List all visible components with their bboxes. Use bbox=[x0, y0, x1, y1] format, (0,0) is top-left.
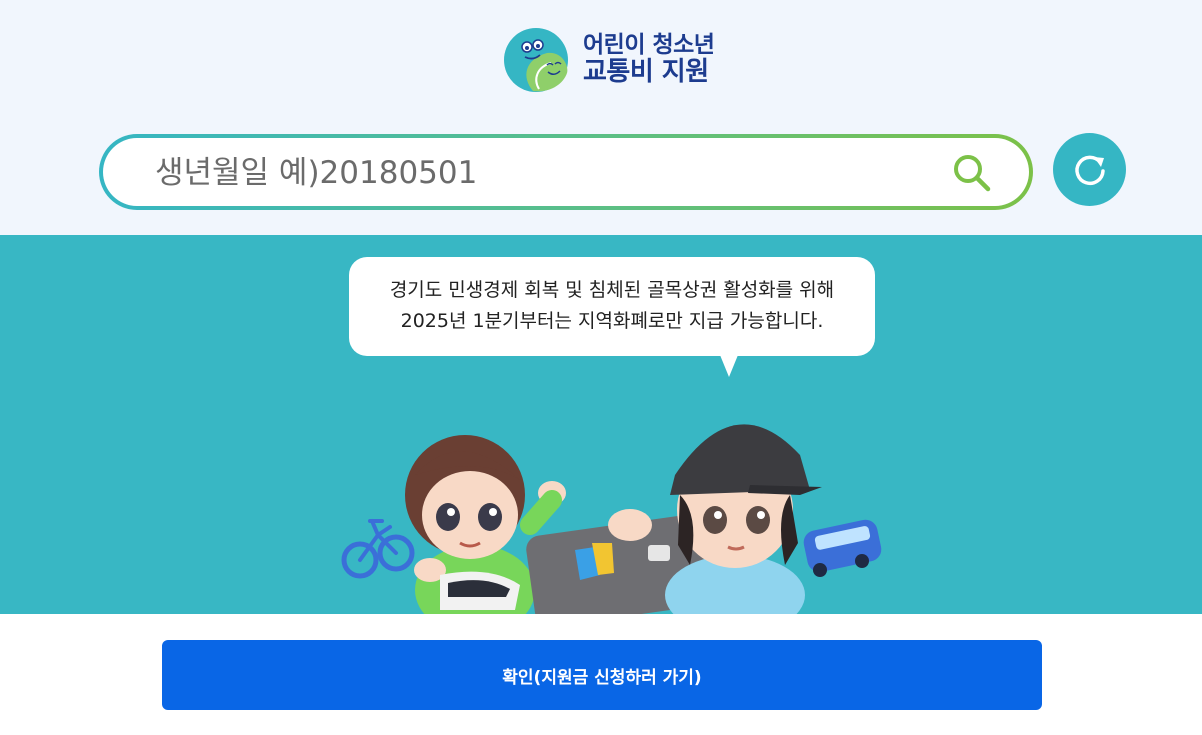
notice-line-1: 경기도 민생경제 회복 및 침체된 골목상권 활성화를 위해 bbox=[389, 279, 835, 301]
birthdate-search-input[interactable] bbox=[153, 148, 937, 198]
search-box-inner bbox=[103, 138, 1029, 206]
logo[interactable]: 어린이 청소년 교통비 지원 bbox=[503, 27, 715, 93]
hero-banner: 경기도 민생경제 회복 및 침체된 골목상권 활성화를 위해 2025년 1분기… bbox=[0, 235, 1202, 614]
speech-bubble-tail bbox=[720, 355, 738, 377]
header-area: 어린이 청소년 교통비 지원 bbox=[0, 0, 1202, 235]
refresh-button[interactable] bbox=[1053, 133, 1126, 206]
logo-text: 어린이 청소년 교통비 지원 bbox=[583, 31, 715, 88]
logo-title-line2: 교통비 지원 bbox=[583, 57, 709, 88]
refresh-icon bbox=[1074, 155, 1105, 185]
bus-icon bbox=[803, 519, 882, 577]
search-box bbox=[99, 134, 1033, 210]
logo-title-line1: 어린이 청소년 bbox=[583, 31, 715, 58]
bicycle-icon bbox=[341, 519, 415, 579]
notice-speech-bubble: 경기도 민생경제 회복 및 침체된 골목상권 활성화를 위해 2025년 1분기… bbox=[349, 257, 875, 356]
notice-line-2: 2025년 1분기부터는 지역화폐로만 지급 가능합니다. bbox=[400, 310, 824, 332]
confirm-button-label: 확인(지원금 신청하러 가기) bbox=[502, 667, 702, 688]
children-with-card-illustration bbox=[341, 424, 882, 614]
confirm-apply-button[interactable]: 확인(지원금 신청하러 가기) bbox=[162, 640, 1042, 710]
smiling-faces-logo-icon bbox=[504, 28, 568, 92]
search-icon[interactable] bbox=[951, 152, 993, 194]
